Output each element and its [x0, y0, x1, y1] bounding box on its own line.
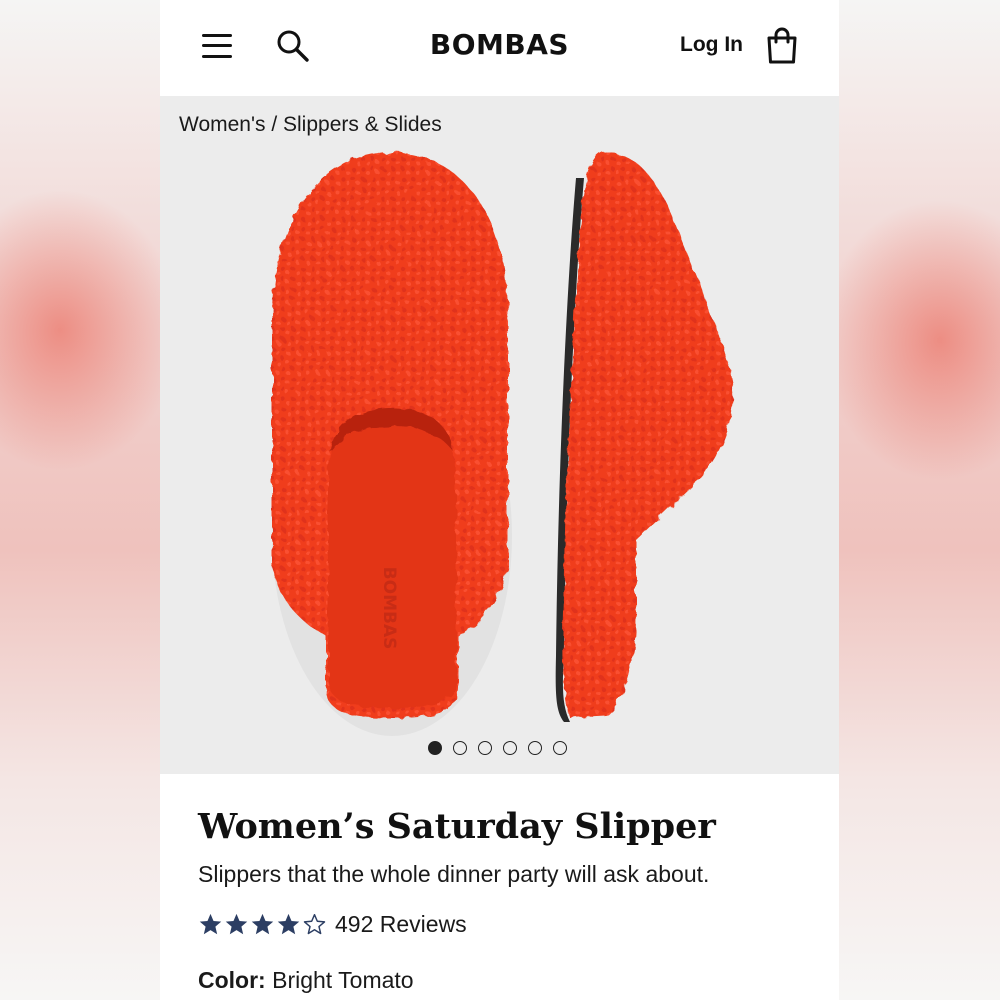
carousel-dot-6[interactable]: [553, 741, 567, 755]
login-link[interactable]: Log In: [680, 33, 743, 57]
star-filled-icon: [277, 913, 300, 934]
carousel-dot-2[interactable]: [453, 741, 467, 755]
star-filled-icon: [199, 913, 222, 934]
star-rating: [198, 912, 327, 937]
carousel-dot-3[interactable]: [478, 741, 492, 755]
top-nav-bar: BOMBAS Log In: [160, 0, 839, 96]
mobile-screen: BOMBAS Log In BOMBAS Women's / Slippers …: [160, 0, 839, 1000]
color-value: Bright Tomato: [272, 967, 414, 993]
shopping-bag-icon[interactable]: [766, 27, 798, 65]
carousel-dot-4[interactable]: [503, 741, 517, 755]
star-filled-icon: [225, 913, 248, 934]
star-empty-icon: [303, 913, 326, 934]
breadcrumb-item-womens[interactable]: Women's: [179, 113, 265, 136]
slipper-product-image: BOMBAS: [272, 152, 734, 736]
product-subtitle: Slippers that the whole dinner party wil…: [198, 861, 710, 887]
breadcrumb: Women's / Slippers & Slides: [179, 113, 442, 137]
insole-logo-text: BOMBAS: [379, 567, 399, 650]
carousel-dot-1[interactable]: [428, 741, 442, 755]
product-info: Women’s Saturday Slipper Slippers that t…: [160, 774, 839, 1000]
star-filled-icon: [251, 913, 274, 934]
breadcrumb-item-slippers-slides[interactable]: Slippers & Slides: [283, 113, 442, 136]
breadcrumb-separator: /: [265, 113, 283, 136]
product-title: Women’s Saturday Slipper: [198, 806, 716, 847]
product-image-gallery[interactable]: BOMBAS Women's / Slippers & Slides: [160, 96, 839, 774]
color-label: Color:: [198, 967, 266, 993]
rating-summary[interactable]: 492 Reviews: [198, 909, 467, 939]
carousel-dots: [428, 741, 567, 755]
carousel-dot-5[interactable]: [528, 741, 542, 755]
selected-color: Color: Bright Tomato: [198, 967, 414, 994]
reviews-count-link[interactable]: 492 Reviews: [335, 911, 467, 938]
